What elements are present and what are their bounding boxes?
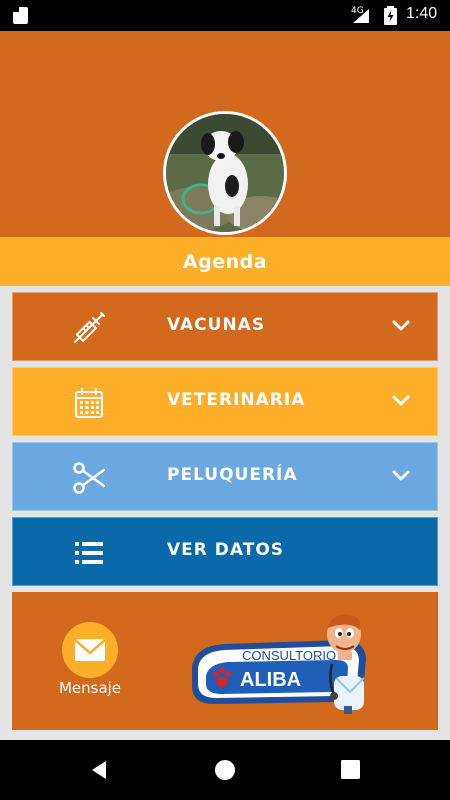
footer-panel: Mensaje CONSULTORIO ALIBA	[12, 592, 438, 730]
pet-avatar[interactable]	[163, 111, 287, 235]
scissors-icon	[73, 462, 106, 494]
calendar-icon	[75, 388, 103, 418]
menu-label: VETERINARIA	[167, 390, 306, 410]
dog-photo	[166, 114, 284, 232]
navigation-bar	[0, 740, 450, 800]
chevron-down-icon[interactable]	[391, 394, 411, 408]
consultorio-aliba-logo[interactable]: CONSULTORIO ALIBA	[184, 606, 384, 716]
envelope-icon	[74, 639, 106, 661]
syringe-icon	[74, 312, 105, 343]
chevron-down-icon[interactable]	[391, 319, 411, 333]
recents-icon[interactable]	[341, 760, 360, 779]
menu-item-peluqueria[interactable]: PELUQUERÍA	[12, 442, 438, 511]
sd-card-icon	[13, 7, 28, 24]
profile-header	[0, 31, 450, 237]
menu-label: PELUQUERÍA	[167, 465, 298, 485]
section-title: Agenda	[182, 250, 268, 273]
clock: 1:40	[406, 5, 438, 22]
menu-item-vacunas[interactable]: VACUNAS	[12, 292, 438, 361]
message-button[interactable]	[62, 622, 118, 678]
battery-charging-icon	[384, 6, 397, 25]
logo-text-top: CONSULTORIO	[242, 648, 336, 663]
menu-label: VACUNAS	[167, 315, 266, 335]
list-icon	[75, 542, 103, 564]
message-label: Mensaje	[58, 679, 122, 697]
home-icon[interactable]	[214, 759, 236, 781]
back-icon[interactable]	[89, 759, 109, 781]
menu-item-ver-datos[interactable]: VER DATOS	[12, 517, 438, 586]
logo-text-bottom: ALIBA	[240, 669, 301, 691]
signal-icon	[353, 9, 369, 23]
menu-label: VER DATOS	[167, 540, 285, 560]
menu-item-veterinaria[interactable]: VETERINARIA	[12, 367, 438, 436]
agenda-bar: Agenda	[0, 237, 450, 286]
chevron-down-icon[interactable]	[391, 469, 411, 483]
status-bar: 4G 1:40	[0, 0, 450, 31]
